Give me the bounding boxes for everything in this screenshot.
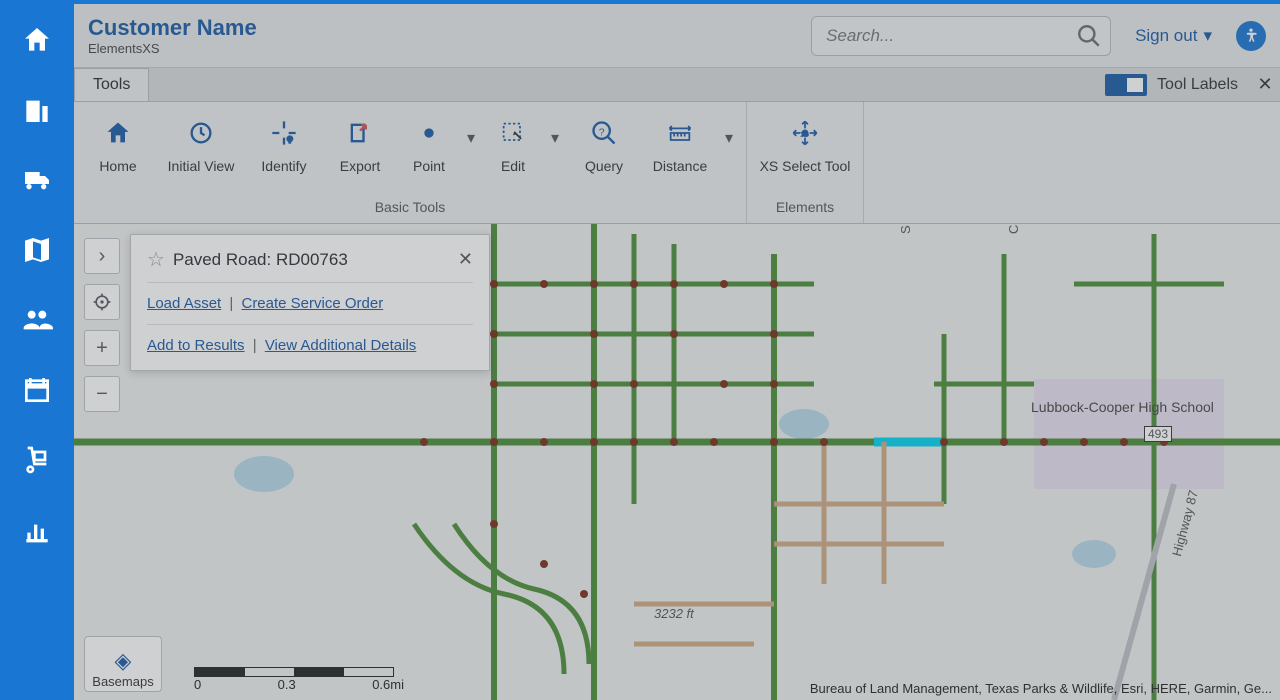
label-fm1264: S FM 1264 [898, 224, 913, 234]
nav-home[interactable] [17, 20, 57, 60]
nav-cart[interactable] [17, 440, 57, 480]
link-view-additional-details[interactable]: View Additional Details [265, 337, 416, 354]
label-school: Lubbock-Cooper High School [1031, 400, 1214, 415]
ribbon-edit[interactable]: Edit [484, 110, 542, 174]
refresh-icon [187, 119, 215, 147]
point-icon [415, 119, 443, 147]
building-icon [21, 94, 53, 126]
edit-icon [499, 119, 527, 147]
ribbon-query[interactable]: ? Query [568, 110, 640, 174]
tool-labels-text: Tool Labels [1157, 76, 1238, 94]
popup-close-button[interactable]: ✕ [458, 249, 473, 270]
export-icon [346, 119, 374, 147]
header: Customer Name ElementsXS Sign out ▾ [74, 4, 1280, 68]
chart-icon [21, 514, 53, 546]
accessibility-badge[interactable] [1236, 21, 1266, 51]
expand-panel-button[interactable]: › [84, 238, 120, 274]
nav-calendar[interactable] [17, 370, 57, 410]
nav-building[interactable] [17, 90, 57, 130]
nav-map[interactable] [17, 230, 57, 270]
home-icon [104, 119, 132, 147]
basemap-icon: ◈ [115, 648, 132, 674]
search-box [811, 16, 1111, 56]
ribbon-xs-select[interactable]: XS XS Select Tool [755, 110, 855, 174]
left-sidebar [0, 4, 74, 700]
signout-link[interactable]: Sign out ▾ [1125, 26, 1222, 46]
distance-icon [666, 119, 694, 147]
map-canvas[interactable]: S FM 1264 County Road 2300 Lubbock-Coope… [74, 224, 1280, 700]
tab-tools[interactable]: Tools [74, 68, 149, 101]
calendar-icon [21, 374, 53, 406]
customer-name: Customer Name [88, 15, 257, 41]
home-icon [21, 24, 53, 56]
svg-text:?: ? [599, 126, 605, 138]
scale-bar: 0 0.3 0.6mi [194, 667, 404, 692]
zoom-out-button[interactable]: − [84, 376, 120, 412]
link-load-asset[interactable]: Load Asset [147, 295, 221, 312]
nav-chart[interactable] [17, 510, 57, 550]
search-icon [1076, 23, 1102, 49]
svg-text:XS: XS [802, 132, 808, 137]
ribbon-point[interactable]: Point [400, 110, 458, 174]
ribbon-edit-dropdown[interactable]: ▾ [546, 110, 564, 148]
popup-title: Paved Road: RD00763 [173, 250, 450, 270]
locate-button[interactable] [84, 284, 120, 320]
app-name: ElementsXS [88, 41, 257, 56]
ribbon: Home Initial View i Identify Export [74, 102, 1280, 224]
tab-row: Tools Tool Labels ✕ [74, 68, 1280, 102]
query-icon: ? [590, 119, 618, 147]
favorite-star[interactable]: ☆ [147, 247, 165, 272]
xs-select-icon: XS [791, 119, 819, 147]
map-attribution: Bureau of Land Management, Texas Parks &… [810, 681, 1272, 696]
link-create-service-order[interactable]: Create Service Order [241, 295, 383, 312]
locate-icon [92, 292, 112, 312]
search-input[interactable] [811, 16, 1111, 56]
ribbon-group-elements: Elements [747, 199, 863, 223]
accessibility-icon [1241, 26, 1261, 46]
people-icon [21, 304, 53, 336]
link-add-to-results[interactable]: Add to Results [147, 337, 245, 354]
ribbon-initial-view[interactable]: Initial View [158, 110, 244, 174]
ribbon-point-dropdown[interactable]: ▾ [462, 110, 480, 148]
ribbon-home[interactable]: Home [82, 110, 154, 174]
ribbon-distance[interactable]: Distance [644, 110, 716, 174]
label-cr2300: County Road 2300 [1006, 224, 1021, 234]
handtruck-icon [21, 444, 53, 476]
route-shield-493: 493 [1144, 426, 1172, 442]
search-button[interactable] [1071, 18, 1107, 54]
map-icon [21, 234, 53, 266]
ribbon-group-basic: Basic Tools [74, 199, 746, 223]
tool-labels-toggle[interactable] [1105, 74, 1147, 96]
identify-icon: i [270, 119, 298, 147]
zoom-in-button[interactable]: + [84, 330, 120, 366]
label-distance: 3232 ft [654, 606, 694, 621]
ribbon-identify[interactable]: i Identify [248, 110, 320, 174]
chevron-down-icon: ▾ [1203, 26, 1212, 46]
close-ribbon-button[interactable]: ✕ [1250, 68, 1280, 101]
nav-people[interactable] [17, 300, 57, 340]
basemaps-button[interactable]: ◈ Basemaps [84, 636, 162, 692]
feature-popup: ☆ Paved Road: RD00763 ✕ Load Asset | Cre… [130, 234, 490, 371]
ribbon-distance-dropdown[interactable]: ▾ [720, 110, 738, 148]
ribbon-export[interactable]: Export [324, 110, 396, 174]
truck-icon [21, 164, 53, 196]
nav-truck[interactable] [17, 160, 57, 200]
